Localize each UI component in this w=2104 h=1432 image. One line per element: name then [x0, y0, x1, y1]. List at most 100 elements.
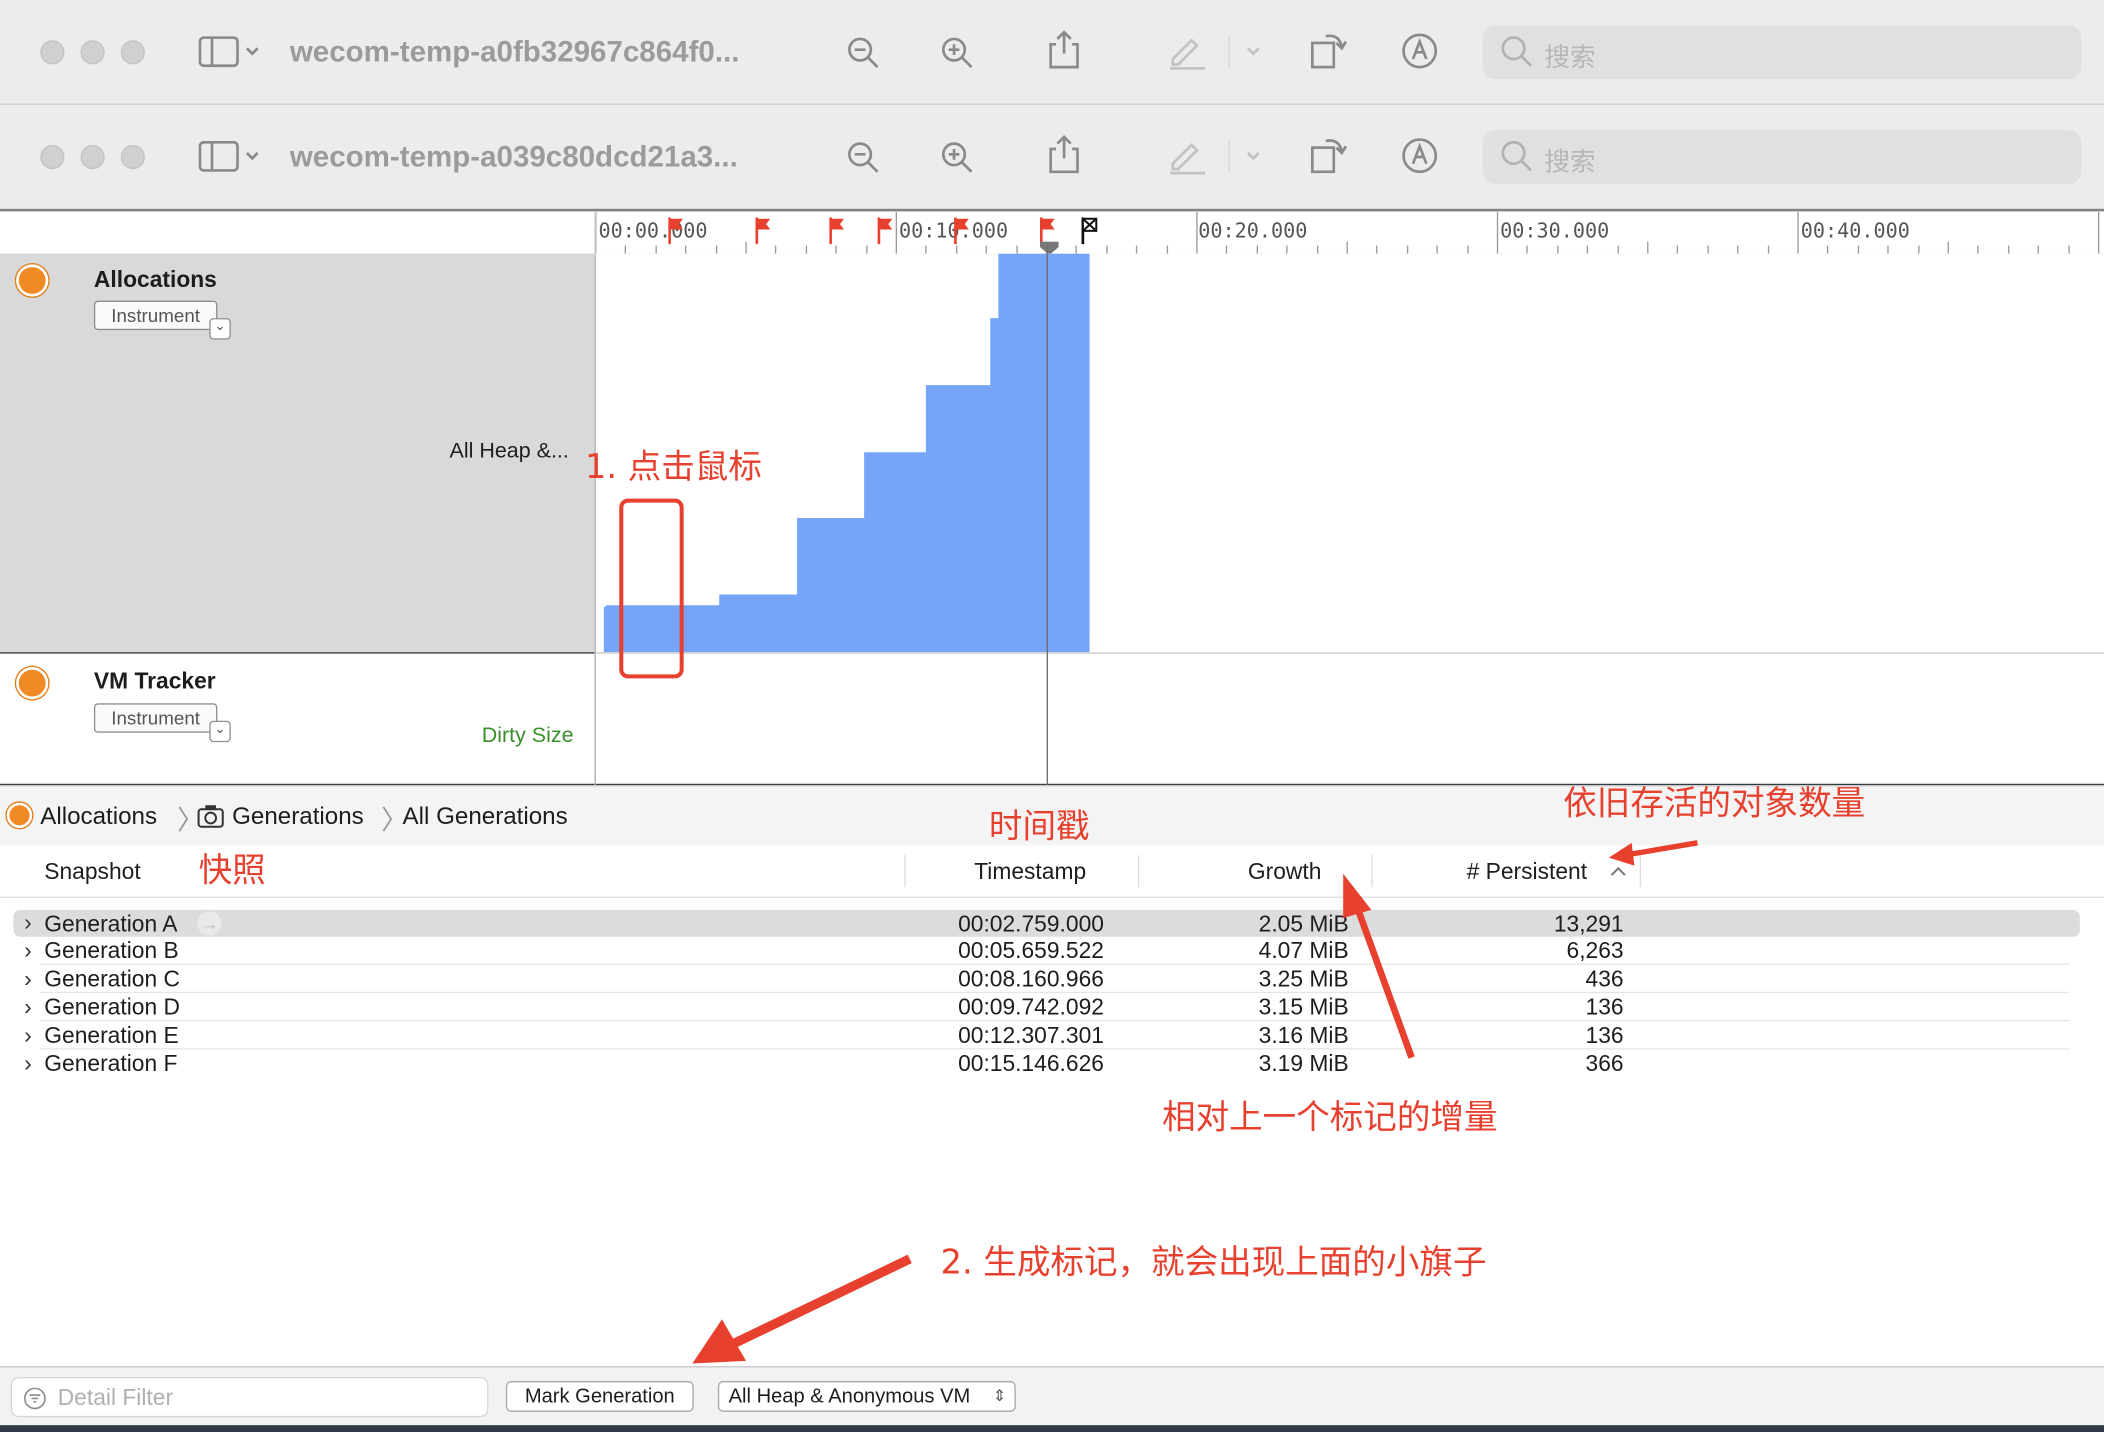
growth-cell: 3.15 MiB	[1258, 994, 1349, 1020]
search-field[interactable]: 搜索	[1482, 130, 2082, 184]
snapshot-cell: Generation E	[44, 1022, 179, 1049]
zoom-window-button[interactable]	[120, 144, 145, 170]
persistent-cell: 13,291	[1553, 911, 1624, 937]
row-divider	[40, 963, 2070, 965]
table-row[interactable]: › Generation C 00:08.160.966 3.25 MiB 43…	[13, 966, 2079, 994]
disclosure-chevron-icon[interactable]: ›	[24, 910, 32, 937]
generation-flag-icon[interactable]	[1039, 217, 1056, 245]
persistent-cell: 436	[1585, 966, 1624, 992]
breadcrumb-item-allocations[interactable]: Allocations	[40, 803, 157, 831]
table-row[interactable]: › Generation F 00:15.146.626 3.19 MiB 36…	[13, 1051, 2079, 1079]
growth-cell: 3.16 MiB	[1258, 1022, 1349, 1049]
column-divider[interactable]	[1639, 854, 1642, 888]
search-field[interactable]: 搜索	[1482, 25, 2082, 80]
generation-flag-icon[interactable]	[755, 217, 771, 245]
ruler-tick-label: 00:40.000	[1800, 218, 1910, 243]
persistent-cell: 136	[1585, 1022, 1624, 1049]
sidebar-toggle-icon[interactable]	[198, 140, 261, 173]
instrument-button[interactable]: Instrument	[93, 703, 218, 733]
share-icon[interactable]	[1047, 30, 1082, 70]
allocations-track-header[interactable]: Allocations Instrument ⌄ All Heap &...	[0, 253, 595, 653]
table-row[interactable]: › Generation B 00:05.659.522 4.07 MiB 6,…	[13, 938, 2079, 966]
zoom-out-icon[interactable]	[845, 35, 880, 70]
persistent-cell: 6,263	[1566, 938, 1624, 964]
column-header-timestamp[interactable]: Timestamp	[974, 859, 1086, 886]
disclosure-chevron-icon[interactable]: ›	[24, 938, 32, 965]
allocations-instrument-icon	[16, 264, 49, 297]
allocations-graph-bars	[603, 253, 1090, 653]
disclosure-chevron-icon[interactable]: ›	[24, 1023, 32, 1050]
breadcrumb-item-generations[interactable]: Generations	[232, 803, 364, 831]
ruler-spacer	[0, 212, 596, 254]
vm-tracker-track-header[interactable]: VM Tracker Instrument ⌄ Dirty Size	[0, 653, 595, 784]
close-window-button[interactable]	[40, 40, 65, 65]
generation-flag-icon[interactable]	[954, 217, 970, 245]
chevron-down-icon[interactable]: ⌄	[209, 318, 231, 340]
allocations-graph[interactable]	[595, 253, 2104, 654]
sort-ascending-icon[interactable]	[1610, 864, 1626, 877]
column-divider[interactable]	[1137, 854, 1140, 888]
mark-generation-button[interactable]: Mark Generation	[505, 1381, 694, 1412]
minimize-window-button[interactable]	[80, 40, 105, 65]
playhead-line[interactable]	[1046, 246, 1048, 786]
table-row[interactable]: › Generation E 00:12.307.301 3.16 MiB 13…	[13, 1023, 2079, 1051]
column-divider[interactable]	[904, 854, 906, 888]
search-icon	[1501, 36, 1532, 67]
back-window-titlebar: wecom-temp-a0fb32967c864f0... 搜索	[0, 0, 2104, 105]
front-window-titlebar: wecom-temp-a039c80dcd21a3... 搜索	[0, 104, 2104, 210]
annotation-click-mouse: 1. 点击鼠标	[585, 446, 762, 486]
timestamp-cell: 00:12.307.301	[958, 1022, 1104, 1049]
zoom-in-icon[interactable]	[939, 35, 974, 70]
filter-placeholder: Detail Filter	[57, 1385, 174, 1411]
timestamp-cell: 00:15.146.626	[958, 1050, 1104, 1077]
rotate-icon[interactable]	[1310, 134, 1348, 174]
persistent-cell: 136	[1585, 994, 1624, 1020]
snapshot-cell: Generation B	[44, 938, 179, 964]
track-label: All Heap &...	[449, 440, 569, 464]
chevron-down-icon[interactable]: ⌄	[209, 720, 231, 743]
markup-icon[interactable]	[1167, 137, 1269, 175]
bottom-toolbar: Detail Filter Mark Generation All Heap &…	[0, 1366, 2104, 1426]
column-divider[interactable]	[1371, 854, 1373, 888]
sidebar-toggle-icon[interactable]	[198, 36, 261, 68]
window-title: wecom-temp-a0fb32967c864f0...	[289, 34, 740, 69]
detail-filter-input[interactable]: Detail Filter	[10, 1376, 489, 1418]
share-icon[interactable]	[1047, 134, 1082, 174]
disclosure-chevron-icon[interactable]: ›	[24, 994, 32, 1021]
zoom-out-icon[interactable]	[845, 140, 880, 175]
heap-scope-value: All Heap & Anonymous VM	[728, 1385, 971, 1408]
go-arrow-icon[interactable]: →	[197, 911, 222, 936]
generation-flag-icon[interactable]	[877, 217, 894, 245]
timeline-ruler[interactable]: 00:00.000 00:10.000 00:20.000 00:30.000 …	[0, 210, 2104, 255]
zoom-in-icon[interactable]	[939, 140, 974, 175]
close-window-button[interactable]	[40, 144, 65, 170]
markup-icon[interactable]	[1167, 32, 1269, 70]
search-icon	[1501, 140, 1532, 172]
zoom-window-button[interactable]	[120, 40, 145, 65]
disclosure-chevron-icon[interactable]: ›	[24, 1051, 32, 1078]
ruler-tick-label: 00:00.000	[598, 218, 708, 243]
breadcrumb-item-all-generations[interactable]: All Generations	[403, 803, 568, 831]
instrument-button[interactable]: Instrument	[93, 300, 218, 331]
annotation-growth: 相对上一个标记的增量	[1162, 1097, 1498, 1137]
annotation-persistent: 依旧存活的对象数量	[1563, 783, 1866, 823]
disclosure-chevron-icon[interactable]: ›	[24, 966, 32, 993]
annotation-snapshot: 快照	[198, 850, 266, 890]
generation-flag-icon[interactable]	[829, 217, 845, 245]
column-header-persistent[interactable]: # Persistent	[1467, 859, 1587, 886]
camera-icon	[197, 805, 224, 828]
minimize-window-button[interactable]	[80, 144, 105, 170]
table-row[interactable]: › Generation D 00:09.742.092 3.15 MiB 13…	[13, 994, 2079, 1022]
column-header-snapshot[interactable]: Snapshot	[44, 859, 140, 886]
snapshot-cell: Generation C	[44, 966, 180, 992]
rotate-icon[interactable]	[1310, 30, 1348, 70]
column-header-growth[interactable]: Growth	[1248, 859, 1322, 886]
generation-flag-icon[interactable]	[668, 217, 684, 245]
heap-scope-select[interactable]: All Heap & Anonymous VM ⇕	[717, 1381, 1016, 1412]
end-flag-icon[interactable]	[1081, 217, 1098, 245]
track-divider	[594, 253, 596, 786]
annotate-pen-icon[interactable]	[1401, 32, 1439, 70]
annotate-pen-icon[interactable]	[1401, 137, 1439, 175]
table-row[interactable]: › Generation A → 00:02.759.000 2.05 MiB …	[13, 909, 2080, 937]
vm-tracker-graph[interactable]	[595, 653, 2104, 784]
